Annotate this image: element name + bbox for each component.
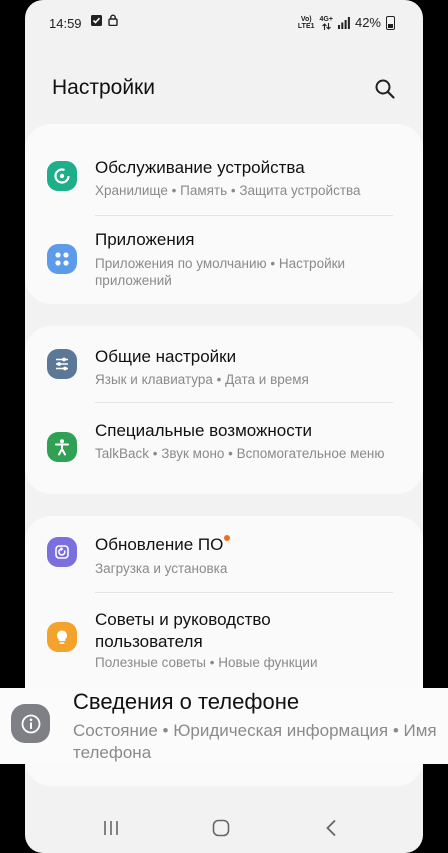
item-title: Сведения о телефоне	[73, 689, 300, 714]
navigation-bar	[25, 800, 423, 853]
item-title: Обновление ПО	[95, 535, 231, 555]
item-title: Общие настройки	[95, 347, 237, 366]
list-item-general[interactable]: Общие настройки Язык и клавиатура • Дата…	[25, 334, 423, 402]
lock-icon	[108, 14, 118, 26]
device-care-icon	[47, 161, 77, 191]
item-subtitle: TalkBack • Звук моно • Вспомогательное м…	[95, 446, 385, 461]
update-badge	[224, 535, 231, 541]
back-button[interactable]	[319, 816, 343, 840]
divider	[95, 592, 393, 593]
divider	[95, 215, 393, 216]
item-title-text: Обновление ПО	[95, 535, 224, 554]
back-icon	[326, 819, 336, 837]
info-icon	[11, 704, 50, 743]
item-subtitle: Загрузка и установка	[95, 561, 228, 576]
list-item-apps[interactable]: Приложения Приложения по умолчанию • Нас…	[25, 220, 423, 298]
volte-indicator: Vo) LTE1	[298, 16, 315, 30]
settings-card-2: Общие настройки Язык и клавиатура • Дата…	[25, 326, 423, 494]
item-subtitle: Полезные советы • Новые функции	[95, 655, 318, 670]
home-button[interactable]	[209, 816, 233, 840]
item-subtitle: Состояние • Юридическая информация • Имя…	[73, 721, 437, 762]
item-title: Специальные возможности	[95, 421, 313, 440]
recents-button[interactable]	[99, 816, 123, 840]
data-indicator: 4G+	[320, 16, 333, 30]
home-icon	[212, 819, 230, 837]
sliders-icon	[47, 349, 77, 379]
network-type-label: 4G+	[319, 15, 333, 23]
search-button[interactable]	[373, 77, 397, 101]
recents-icon	[104, 821, 118, 835]
data-arrows-icon	[321, 22, 331, 30]
list-item-software-update[interactable]: Обновление ПО Загрузка и установка	[25, 522, 423, 592]
item-title: Приложения	[95, 230, 195, 249]
list-item-device-care[interactable]: Обслуживание устройства Хранилище • Памя…	[25, 146, 423, 214]
battery-percent: 42%	[354, 15, 381, 30]
signal-icon	[337, 16, 350, 29]
item-subtitle: Язык и клавиатура • Дата и время	[95, 372, 309, 387]
check-notification-icon	[91, 14, 102, 26]
search-icon	[375, 79, 395, 99]
list-item-accessibility[interactable]: Специальные возможности TalkBack • Звук …	[25, 406, 423, 488]
item-title: Обслуживание устройства	[95, 158, 305, 177]
volte-label: Vo)	[300, 15, 312, 23]
tips-icon	[47, 622, 77, 652]
list-item-about-phone[interactable]: Сведения о телефоне Состояние • Юридичес…	[0, 688, 448, 764]
item-subtitle: Приложения по умолчанию • Настройки прил…	[95, 256, 346, 288]
software-update-icon	[47, 537, 77, 567]
page-title: Настройки	[52, 76, 155, 99]
accessibility-icon	[47, 432, 77, 462]
item-title: Советы и руководство пользователя	[95, 610, 271, 651]
list-item-tips[interactable]: Советы и руководство пользователя Полезн…	[25, 596, 423, 676]
settings-card-1: Обслуживание устройства Хранилище • Памя…	[25, 124, 423, 304]
apps-icon	[47, 244, 77, 274]
item-subtitle: Хранилище • Память • Защита устройства	[95, 183, 361, 198]
divider	[95, 402, 393, 403]
lte-label: LTE1	[297, 22, 315, 30]
status-time: 14:59	[49, 16, 82, 31]
battery-icon	[386, 15, 395, 30]
status-bar: 14:59 Vo) LTE1 4G+ 42%	[25, 0, 423, 44]
